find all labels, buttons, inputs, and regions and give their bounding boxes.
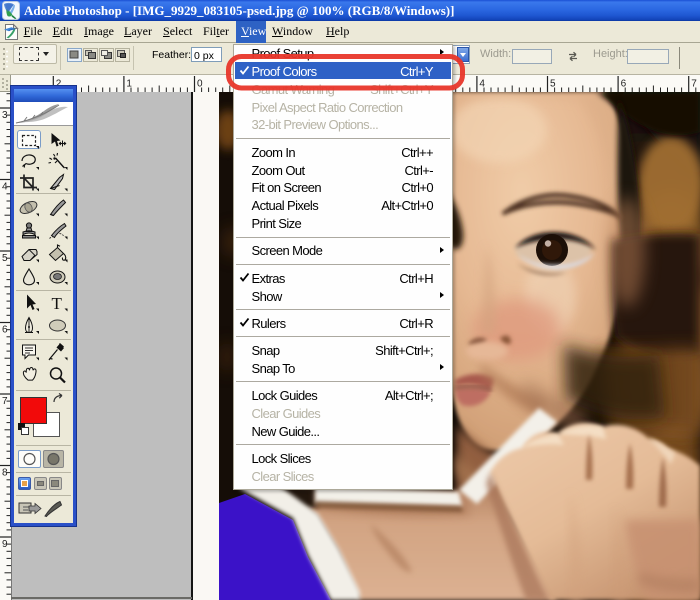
svg-text:6: 6 (621, 79, 627, 90)
svg-text:0: 0 (197, 79, 203, 90)
svg-text:5: 5 (2, 253, 8, 264)
svg-text:4: 4 (2, 182, 8, 193)
svg-text:8: 8 (2, 468, 8, 479)
svg-text:1: 1 (126, 79, 132, 90)
svg-text:6: 6 (2, 325, 8, 336)
svg-text:7: 7 (2, 396, 8, 407)
svg-text:5: 5 (550, 79, 556, 90)
svg-text:4: 4 (479, 79, 485, 90)
svg-text:T: T (52, 294, 63, 313)
svg-text:7: 7 (691, 79, 697, 90)
svg-text:9: 9 (2, 539, 8, 550)
svg-text:3: 3 (2, 110, 8, 121)
